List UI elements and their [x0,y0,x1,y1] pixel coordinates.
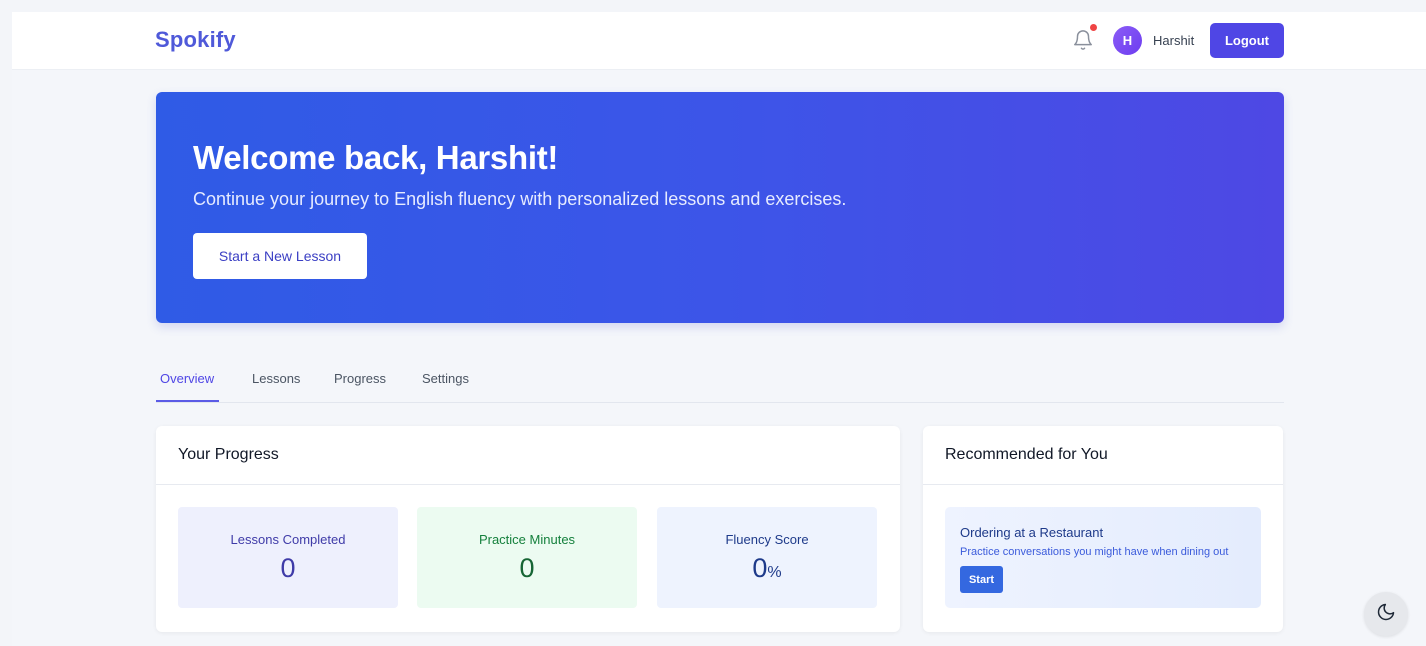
username-label: Harshit [1153,33,1195,48]
avatar[interactable]: H [1113,26,1142,55]
stat-label: Practice Minutes [478,532,576,547]
top-navbar: Spokify H Harshit Logout [12,12,1426,70]
welcome-title: Welcome back, Harshit! [193,139,559,176]
lesson-title: Ordering at a Restaurant [960,525,1104,540]
tab-lessons[interactable]: Lessons [252,371,300,386]
tab-progress[interactable]: Progress [334,371,386,386]
divider [156,484,900,485]
theme-toggle-button[interactable] [1364,592,1408,636]
notification-dot [1090,24,1097,31]
welcome-banner: Welcome back, Harshit! Continue your jou… [156,92,1284,323]
stat-fluency-score: Fluency Score 0% [657,507,877,608]
app-window: Spokify H Harshit Logout Welcome back, H… [12,12,1426,646]
tab-bar: Overview Lessons Progress Settings [156,360,1284,403]
stat-lessons-completed: Lessons Completed 0 [178,507,398,608]
start-lesson-button[interactable]: Start [960,566,1003,593]
active-tab-indicator [156,400,219,402]
stat-unit: % [767,564,782,581]
recommended-card-title: Recommended for You [945,446,1108,463]
start-new-lesson-button[interactable]: Start a New Lesson [193,233,367,279]
lesson-description: Practice conversations you might have wh… [960,546,1229,558]
welcome-subtitle: Continue your journey to English fluency… [193,189,847,209]
stat-practice-minutes: Practice Minutes 0 [417,507,637,608]
moon-icon [1376,602,1396,627]
stat-label: Lessons Completed [230,532,346,547]
bell-icon[interactable] [1072,28,1094,52]
stat-value: 0 [519,553,535,583]
recommended-card: Recommended for You Ordering at a Restau… [923,426,1283,632]
progress-card: Your Progress Lessons Completed 0 Practi… [156,426,900,632]
progress-card-title: Your Progress [178,446,279,463]
divider [923,484,1283,485]
stat-value: 0% [752,553,782,583]
recommended-lesson[interactable]: Ordering at a Restaurant Practice conver… [945,507,1261,608]
tab-overview[interactable]: Overview [160,371,214,386]
stat-label: Fluency Score [725,532,809,547]
stat-value: 0 [280,553,296,583]
brand-logo[interactable]: Spokify [155,27,236,53]
tab-settings[interactable]: Settings [422,371,469,386]
logout-button[interactable]: Logout [1210,23,1284,58]
